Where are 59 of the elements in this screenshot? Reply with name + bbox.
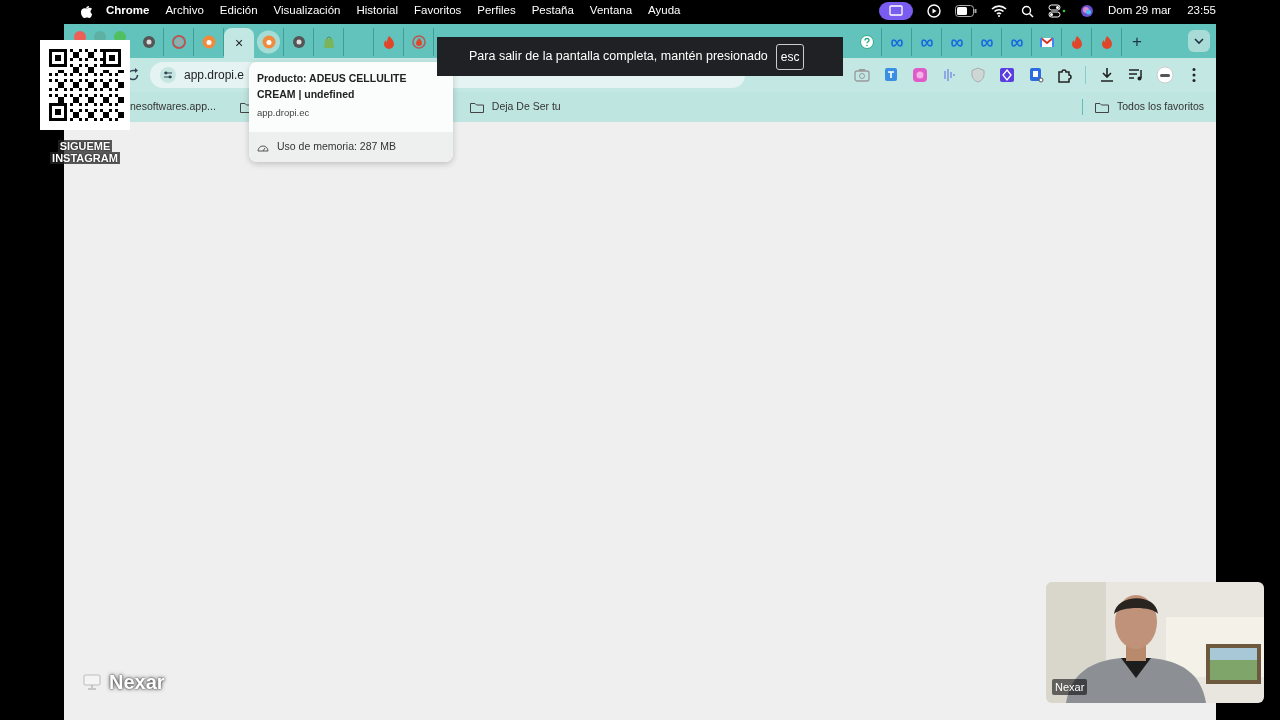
overlay-caption: INSTAGRAM (50, 152, 120, 165)
folder-icon (469, 101, 484, 113)
monitor-icon (83, 674, 101, 690)
site-settings-icon[interactable] (160, 67, 176, 83)
droplet-icon (201, 35, 216, 49)
bookmark[interactable]: Deja De Ser tu (469, 99, 561, 115)
flame-icon (381, 35, 396, 49)
menu-item[interactable]: Visualización (273, 2, 341, 20)
shopping-bag-icon (321, 35, 336, 49)
avatar-icon[interactable] (1155, 66, 1174, 84)
notice-text: Para salir de la pantalla completa, mantén presionado (469, 48, 768, 66)
menu-bar-clock: 23:55 (1187, 3, 1216, 19)
chrome-icon (291, 35, 306, 49)
tooltip-url: app.dropi.ec (256, 106, 311, 120)
apple-icon[interactable] (80, 4, 92, 18)
esc-key: esc (775, 43, 805, 70)
camera-icon[interactable] (852, 66, 871, 84)
menu-item[interactable]: Ayuda (648, 2, 681, 20)
gauge-icon (257, 142, 269, 153)
overlay-caption: SIGUEME (57, 140, 113, 153)
search-icon[interactable] (1020, 4, 1034, 18)
flame-icon (411, 35, 426, 49)
help-icon (859, 35, 874, 49)
flame-icon (1099, 35, 1114, 49)
participant-name: Nexar (1052, 678, 1088, 695)
play-icon[interactable] (926, 4, 941, 18)
tooltip-title: Producto: ADEUS CELLULITE CREAM | undefined (256, 71, 408, 102)
ring-icon (171, 35, 186, 49)
menu-item[interactable]: Ventana (589, 2, 633, 20)
menu-item[interactable]: Perfiles (477, 2, 516, 20)
browser-tab[interactable]: × (224, 28, 254, 58)
menu-item[interactable]: Pestaña (531, 2, 574, 20)
menu-item[interactable]: Archivo (165, 2, 204, 20)
bookmark[interactable]: nesoftwares.app... (130, 99, 216, 115)
puzzle-icon[interactable] (1055, 66, 1074, 84)
menu-item[interactable]: Favoritos (414, 2, 462, 20)
menu-bar-date: Dom 29 mar (1107, 3, 1172, 19)
battery-icon[interactable] (954, 5, 977, 17)
envelope-icon (1039, 35, 1054, 49)
menu-item[interactable]: Historial (356, 2, 398, 20)
app-icon[interactable] (910, 66, 929, 84)
chrome-icon (141, 35, 156, 49)
flame-icon (1069, 35, 1084, 49)
siri-icon[interactable] (1079, 4, 1094, 18)
memory-usage-text: Uso de memoria: 287 MB (277, 139, 397, 155)
browser-tab[interactable] (254, 28, 284, 56)
all-bookmarks-folder[interactable]: Todos los favoritos (1095, 99, 1204, 115)
chevron-down-icon[interactable] (1188, 30, 1210, 52)
presenter-name: Nexar (109, 670, 165, 695)
wifi-icon[interactable] (990, 5, 1007, 17)
droplet-icon (261, 35, 276, 49)
app-menu[interactable]: Chrome (106, 2, 150, 20)
screen-share-icon[interactable] (878, 2, 913, 20)
folder-icon (1095, 101, 1110, 113)
menu-item[interactable]: Edición (219, 2, 258, 20)
diamond-app-icon[interactable] (997, 66, 1016, 84)
new-tab-button[interactable]: + (1122, 28, 1152, 56)
url-text: app.dropi.e (184, 67, 245, 84)
control-center-icon[interactable] (1047, 4, 1066, 18)
